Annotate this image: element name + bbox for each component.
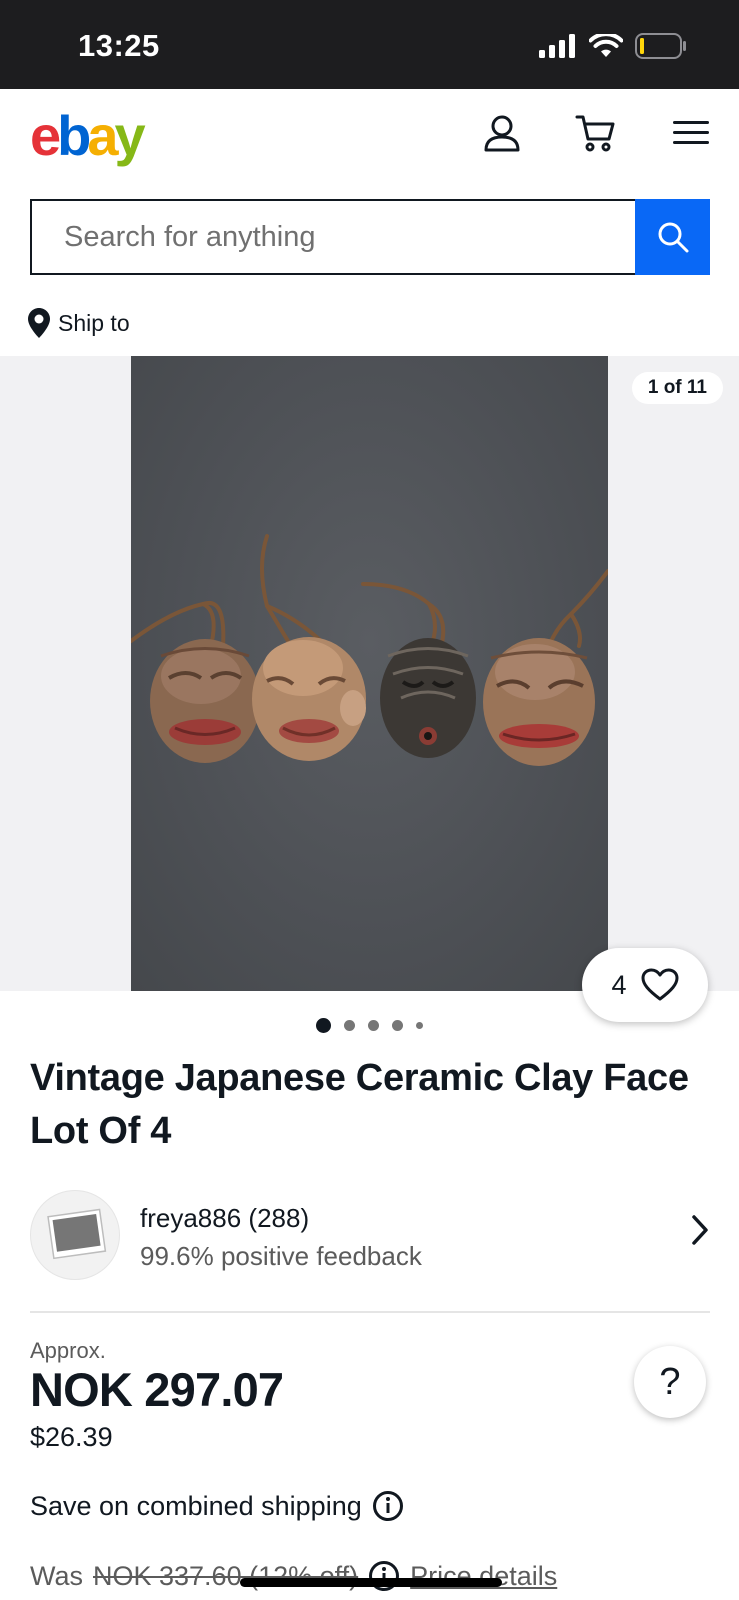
status-time: 13:25 xyxy=(78,28,160,63)
wifi-icon xyxy=(589,34,623,57)
price-usd: $26.39 xyxy=(30,1422,113,1452)
gallery-dot-active[interactable] xyxy=(316,1018,331,1033)
gallery-dot[interactable] xyxy=(416,1022,423,1029)
cellular-signal-icon xyxy=(539,34,575,58)
combined-shipping: Save on combined shipping xyxy=(30,1490,404,1522)
search-button[interactable] xyxy=(635,199,710,275)
logo-letter-e: e xyxy=(30,104,61,167)
account-icon[interactable] xyxy=(480,111,524,155)
photo-placeholder-icon xyxy=(47,1208,107,1260)
clay-face-2 xyxy=(252,637,366,761)
info-icon[interactable] xyxy=(368,1560,400,1592)
cart-icon[interactable] xyxy=(574,111,618,155)
clay-face-4 xyxy=(483,638,595,766)
chevron-right-icon xyxy=(692,1215,708,1245)
ship-to-label: Ship to xyxy=(58,309,130,336)
seller-avatar xyxy=(30,1190,120,1280)
product-photo[interactable] xyxy=(131,356,608,991)
divider xyxy=(30,1311,710,1313)
logo-letter-b: b xyxy=(57,104,91,167)
seller-name: freya886 (288) xyxy=(140,1203,310,1233)
price-local: NOK 297.07 xyxy=(30,1363,284,1416)
clay-face-1 xyxy=(150,639,260,763)
image-gallery[interactable]: 1 of 11 xyxy=(0,356,739,991)
clay-faces-image xyxy=(131,534,608,766)
info-icon[interactable] xyxy=(372,1490,404,1522)
location-pin-icon xyxy=(28,308,50,338)
was-price-row: Was NOK 337.60 (12% off) Price details xyxy=(30,1560,557,1592)
gallery-dot[interactable] xyxy=(368,1020,379,1031)
header: ebay xyxy=(0,89,739,194)
was-label: Was xyxy=(30,1560,83,1591)
status-bar: 13:25 xyxy=(0,0,739,89)
watch-count: 4 xyxy=(611,969,627,1000)
menu-icon[interactable] xyxy=(669,111,713,155)
listing-title: Vintage Japanese Ceramic Clay Face Lot O… xyxy=(30,1057,689,1152)
battery-icon xyxy=(635,33,686,59)
seller-feedback: 99.6% positive feedback xyxy=(140,1241,422,1271)
gallery-dot[interactable] xyxy=(392,1020,403,1031)
home-indicator[interactable] xyxy=(240,1578,502,1587)
search-bar xyxy=(30,199,710,275)
image-counter: 1 of 11 xyxy=(631,372,723,404)
logo-letter-a: a xyxy=(87,104,118,167)
logo-letter-y: y xyxy=(114,104,146,167)
seller-info[interactable]: freya886 (288) 99.6% positive feedback xyxy=(30,1190,710,1282)
status-icons xyxy=(539,33,687,59)
gallery-dots xyxy=(0,1018,739,1033)
heart-icon xyxy=(641,968,679,1001)
ship-to-button[interactable]: Ship to xyxy=(28,308,130,338)
gallery-dot[interactable] xyxy=(344,1020,355,1031)
watch-button[interactable]: 4 xyxy=(582,948,708,1022)
combined-shipping-label: Save on combined shipping xyxy=(30,1490,362,1521)
search-icon xyxy=(658,222,688,253)
ebay-logo[interactable]: ebay xyxy=(30,103,146,168)
clay-face-3 xyxy=(380,638,476,758)
approx-label: Approx. xyxy=(30,1338,106,1363)
search-input[interactable] xyxy=(32,201,635,273)
help-button[interactable]: ? xyxy=(634,1346,706,1418)
